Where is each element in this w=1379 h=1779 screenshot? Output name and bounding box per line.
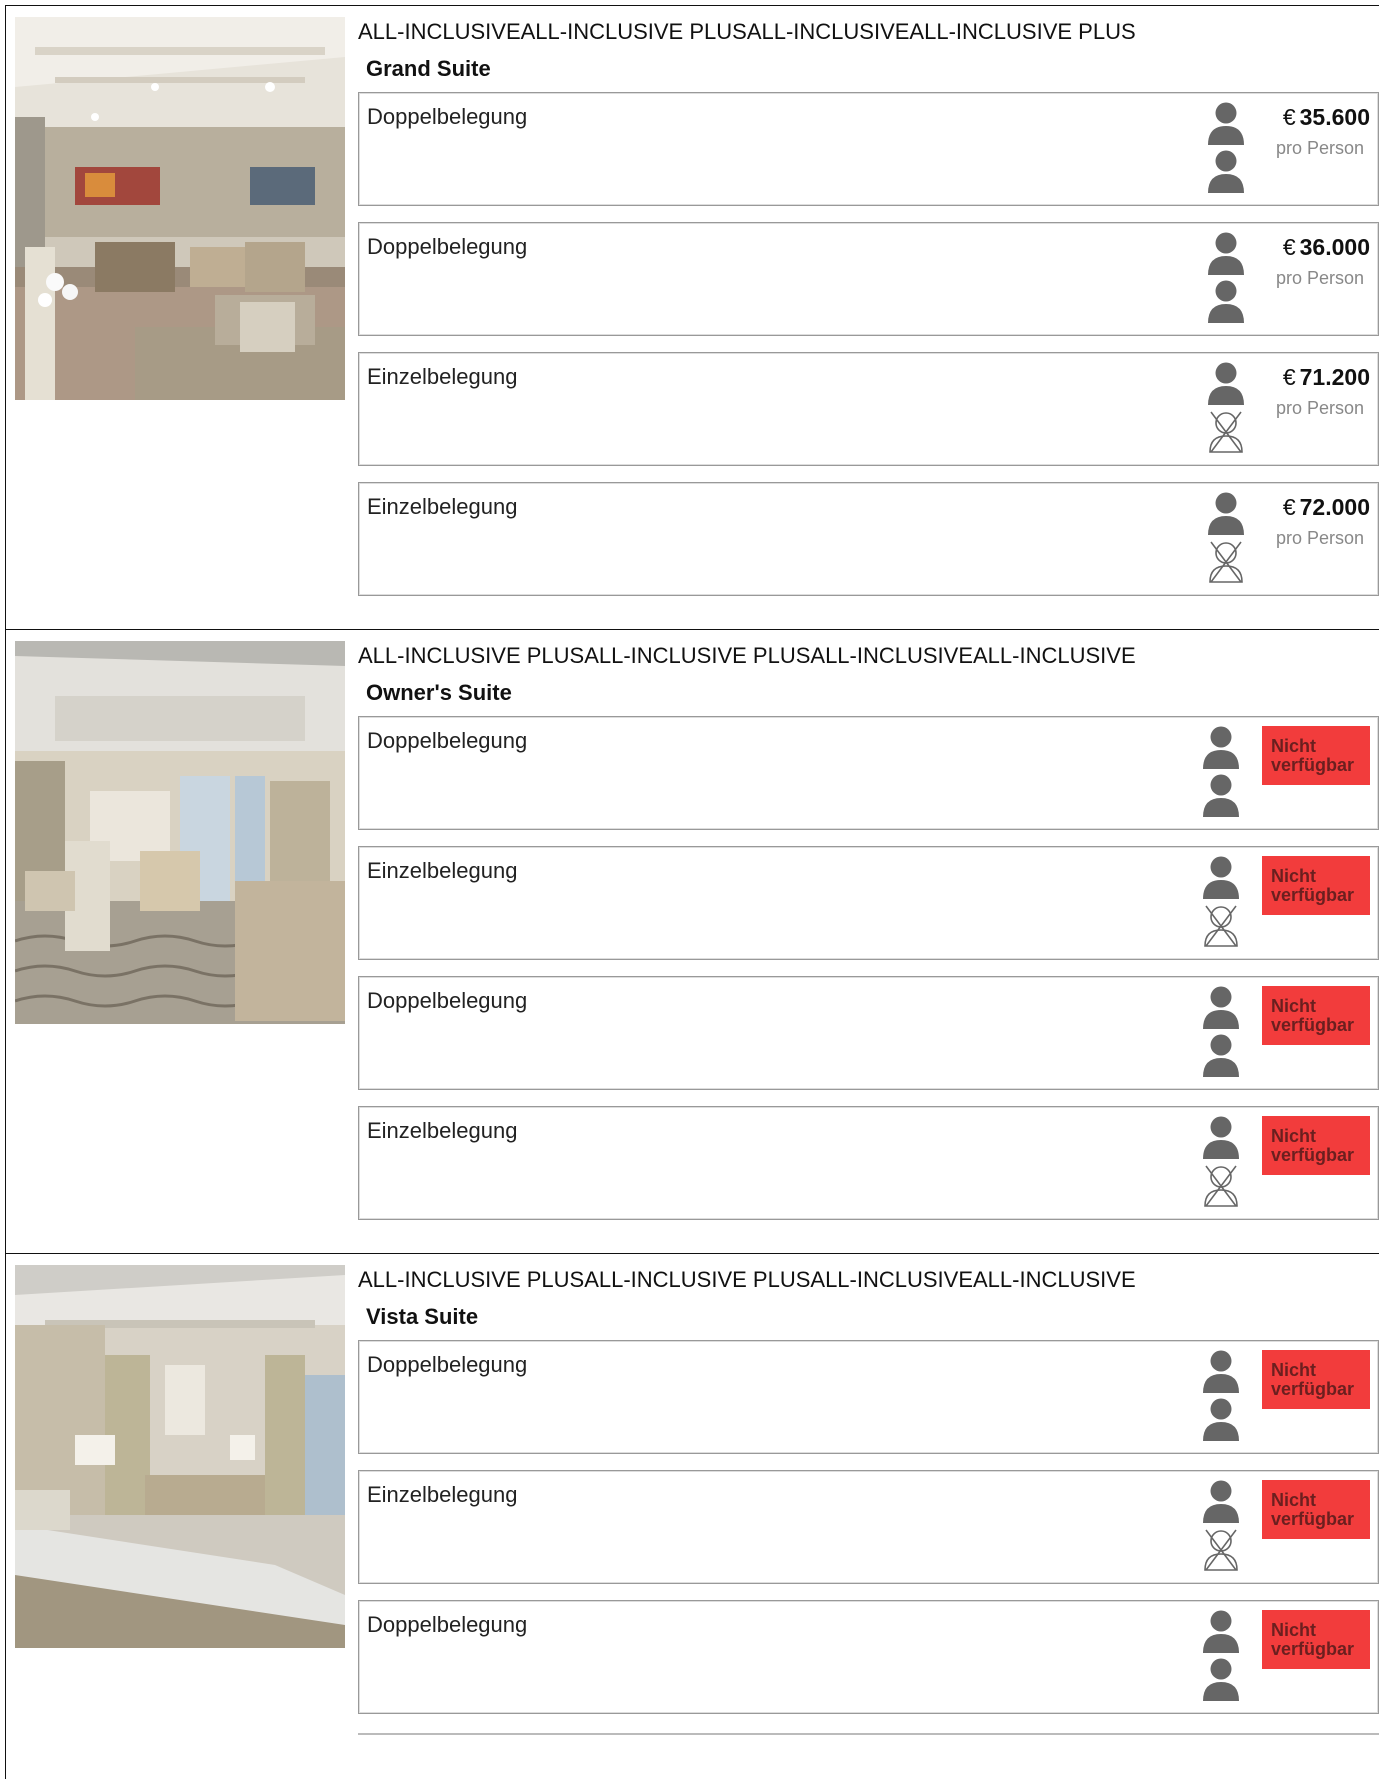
person-icon [1207,280,1245,324]
occupancy-label: Einzelbelegung [367,364,518,389]
person-icon [1207,362,1245,406]
suite-list: ALL-INCLUSIVEALL-INCLUSIVE PLUSALL-INCLU… [5,5,1379,1779]
person-icon [1207,150,1245,194]
per-person-label: pro Person [1275,268,1364,288]
person-icon [1202,1610,1240,1654]
not-available-badge: Nicht verfügbar [1262,726,1370,785]
occupancy-icons [1203,492,1249,588]
price-value: 71.200 [1299,364,1370,390]
occupancy-option[interactable]: Einzelbelegung Nicht verfügbar [358,1470,1379,1584]
price: €36.000 [1276,234,1370,261]
occupancy-label: Doppelbelegung [367,1352,528,1377]
occupancy-label: Doppelbelegung [367,234,528,259]
occupancy-icons [1203,362,1249,458]
price-box: €36.000 pro Person [1276,234,1370,289]
person-icon [1202,774,1240,818]
occupancy-option[interactable]: Einzelbelegung €71.200 pro Person [358,352,1379,466]
occupancy-option[interactable]: Einzelbelegung Nicht verfügbar [358,846,1379,960]
currency-symbol: € [1282,494,1296,520]
price: €71.200 [1276,364,1370,391]
occupancy-icons [1198,1480,1244,1576]
price-value: 35.600 [1299,104,1370,130]
suite-title: Owner's Suite [366,680,512,705]
occupancy-option[interactable]: Doppelbelegung Nicht verfügbar [358,1340,1379,1454]
price-box: €72.000 pro Person [1276,494,1370,549]
occupancy-label: Doppelbelegung [367,988,528,1013]
suite-photo[interactable] [15,17,345,400]
occupancy-icons [1198,856,1244,952]
person-icon [1202,1658,1240,1702]
occupancy-option[interactable]: Doppelbelegung Nicht verfügbar [358,716,1379,830]
price-value: 72.000 [1299,494,1370,520]
currency-symbol: € [1282,364,1296,390]
person-icon [1202,1034,1240,1078]
occupancy-icons [1198,986,1244,1082]
person-icon [1207,232,1245,276]
occupancy-label: Doppelbelegung [367,1612,528,1637]
occupancy-option[interactable]: Doppelbelegung €35.600 pro Person [358,92,1379,206]
occupancy-icons [1203,102,1249,198]
divider [358,1733,1379,1735]
occupancy-label: Einzelbelegung [367,494,518,519]
currency-symbol: € [1282,104,1296,130]
occupancy-icons [1198,1350,1244,1446]
occupancy-option[interactable]: Einzelbelegung €72.000 pro Person [358,482,1379,596]
not-available-badge: Nicht verfügbar [1262,1610,1370,1669]
not-available-badge: Nicht verfügbar [1262,1350,1370,1409]
price: €35.600 [1276,104,1370,131]
suite-title: Vista Suite [366,1304,479,1329]
per-person-label: pro Person [1275,398,1364,418]
crossed-person-icon [1207,410,1245,454]
currency-symbol: € [1282,234,1296,260]
occupancy-icons [1198,726,1244,822]
per-person-label: pro Person [1275,528,1364,548]
crossed-person-icon [1202,904,1240,948]
crossed-person-icon [1202,1528,1240,1572]
occupancy-option[interactable]: Doppelbelegung Nicht verfügbar [358,976,1379,1090]
package-list: ALL-INCLUSIVE PLUSALL-INCLUSIVE PLUSALL-… [358,643,1136,668]
occupancy-option[interactable]: Doppelbelegung Nicht verfügbar [358,1600,1379,1714]
occupancy-option[interactable]: Doppelbelegung €36.000 pro Person [358,222,1379,336]
person-icon [1202,1350,1240,1394]
crossed-person-icon [1207,540,1245,584]
person-icon [1202,1116,1240,1160]
suite-title: Grand Suite [366,56,491,81]
suite-card-owners: ALL-INCLUSIVE PLUSALL-INCLUSIVE PLUSALL-… [5,629,1379,1253]
person-icon [1202,986,1240,1030]
occupancy-label: Doppelbelegung [367,728,528,753]
occupancy-icons [1198,1610,1244,1706]
person-icon [1202,856,1240,900]
suite-card-vista: ALL-INCLUSIVE PLUSALL-INCLUSIVE PLUSALL-… [5,1253,1379,1779]
occupancy-label: Einzelbelegung [367,858,518,883]
suite-card-grand: ALL-INCLUSIVEALL-INCLUSIVE PLUSALL-INCLU… [5,5,1379,629]
person-icon [1207,102,1245,146]
occupancy-option[interactable]: Einzelbelegung Nicht verfügbar [358,1106,1379,1220]
occupancy-icons [1198,1116,1244,1212]
person-icon [1202,1398,1240,1442]
suite-photo[interactable] [15,1265,345,1648]
not-available-badge: Nicht verfügbar [1262,1480,1370,1539]
not-available-badge: Nicht verfügbar [1262,1116,1370,1175]
crossed-person-icon [1202,1164,1240,1208]
person-icon [1202,726,1240,770]
person-icon [1202,1480,1240,1524]
occupancy-label: Einzelbelegung [367,1118,518,1143]
occupancy-icons [1203,232,1249,328]
package-list: ALL-INCLUSIVE PLUSALL-INCLUSIVE PLUSALL-… [358,1267,1136,1292]
occupancy-label: Doppelbelegung [367,104,528,129]
occupancy-label: Einzelbelegung [367,1482,518,1507]
price-box: €71.200 pro Person [1276,364,1370,419]
not-available-badge: Nicht verfügbar [1262,986,1370,1045]
price-value: 36.000 [1299,234,1370,260]
price: €72.000 [1276,494,1370,521]
package-list: ALL-INCLUSIVEALL-INCLUSIVE PLUSALL-INCLU… [358,19,1136,44]
not-available-badge: Nicht verfügbar [1262,856,1370,915]
price-box: €35.600 pro Person [1276,104,1370,159]
person-icon [1207,492,1245,536]
suite-photo[interactable] [15,641,345,1024]
per-person-label: pro Person [1275,138,1364,158]
